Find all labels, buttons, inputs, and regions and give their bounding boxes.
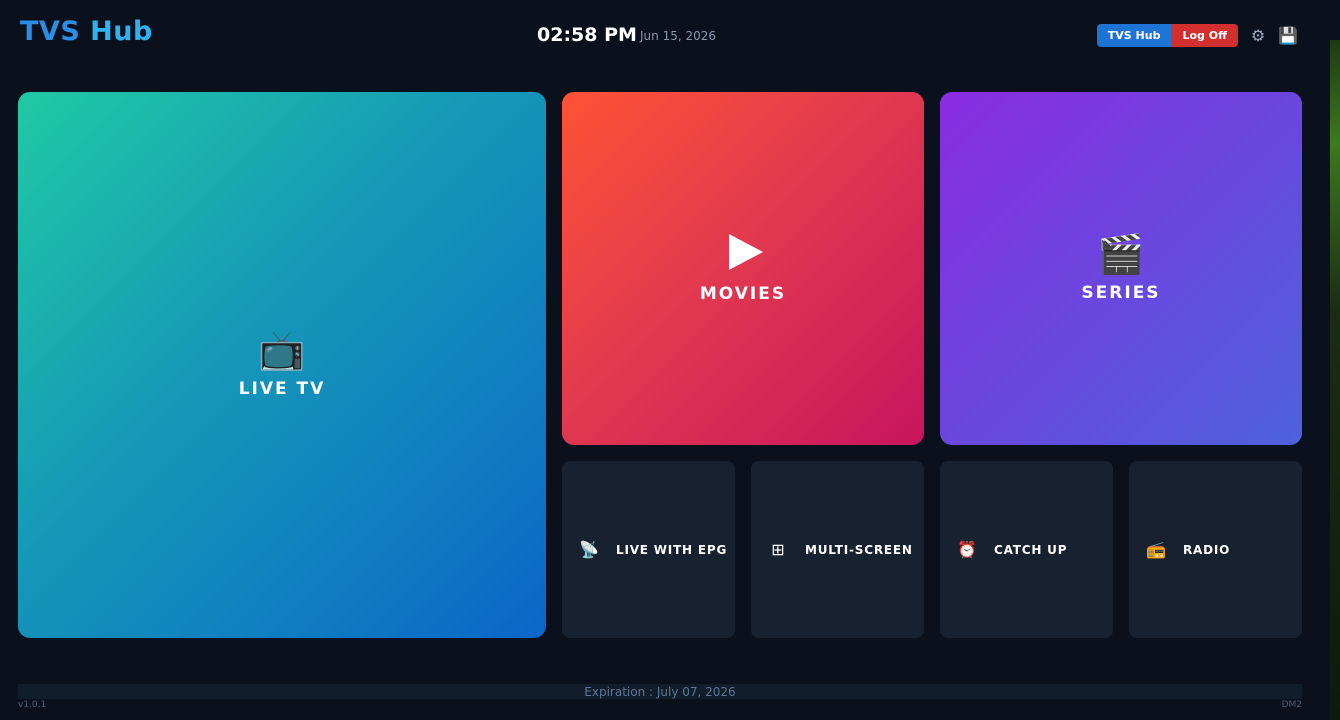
movies-label: MOVIES [699,283,787,304]
catch-up-tile[interactable]: ⏰ CATCH UP [940,461,1113,638]
header-actions: TVS Hub Log Off ⚙ 💾 [1096,24,1298,47]
play-icon [729,233,763,270]
tv-icon: 📺 [258,328,306,372]
radio-label: RADIO [1183,542,1231,557]
live-tv-label: LIVE TV [238,379,326,399]
series-label: SERIES [1081,282,1161,303]
multi-screen-label: MULTI-SCREEN [805,542,913,557]
edge-decoration [1330,40,1340,720]
logoff-button[interactable]: Log Off [1171,24,1238,47]
clapperboard-icon: 🎬 [1097,231,1145,276]
logo-prefix: TVS [20,16,91,47]
alarm-clock-icon: ⏰ [957,540,977,559]
live-with-epg-tile[interactable]: 📡 LIVE WITH EPG [562,461,735,638]
radio-icon: 📻 [1146,540,1166,559]
series-tile[interactable]: 🎬 SERIES [940,92,1302,445]
app-root: TVS Hub 02:58 PM Jun 15, 2026 TVS Hub Lo… [0,0,1340,720]
grid-icon: ⊞ [771,540,785,559]
build-label: DM2 [1281,700,1302,710]
catch-up-label: CATCH UP [994,542,1068,557]
app-logo: TVS Hub [20,16,153,47]
expiration-bar: Expiration : July 07, 2026 [18,684,1302,699]
multi-screen-tile[interactable]: ⊞ MULTI-SCREEN [751,461,924,638]
radio-tile[interactable]: 📻 RADIO [1129,461,1302,638]
version-label: v1.0.1 [18,700,47,710]
satellite-icon: 📡 [579,540,599,559]
expiration-text: Expiration : July 07, 2026 [584,684,736,699]
movies-tile[interactable]: MOVIES [562,92,924,445]
profile-button[interactable]: TVS Hub [1096,24,1172,47]
clock-date: Jun 15, 2026 [640,29,717,43]
logo-suffix: Hub [90,16,153,47]
gear-icon[interactable]: ⚙ [1248,26,1268,46]
live-tv-tile[interactable]: 📺 LIVE TV [18,92,546,638]
live-with-epg-label: LIVE WITH EPG [616,542,728,557]
save-icon[interactable]: 💾 [1278,26,1298,46]
clock-time: 02:58 PM [537,24,637,46]
